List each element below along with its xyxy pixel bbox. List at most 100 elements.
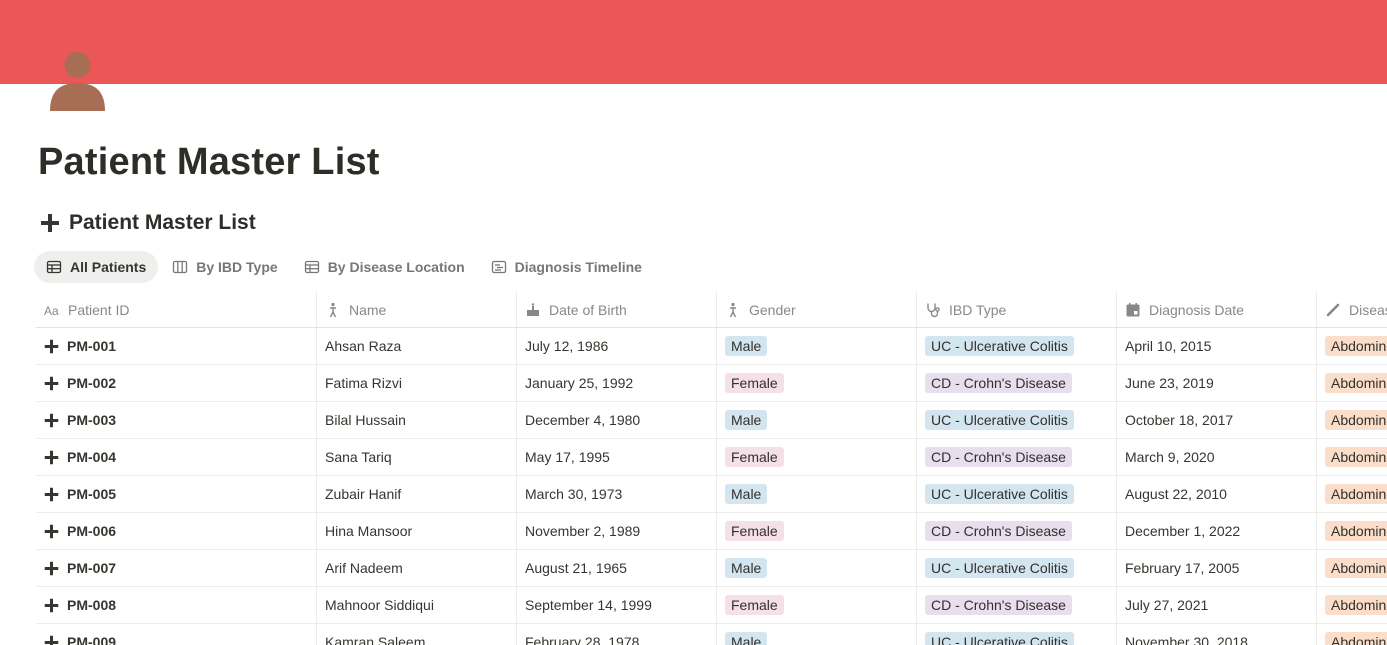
ibd-type-cell[interactable]: UC - Ulcerative Colitis — [917, 328, 1117, 364]
column-header-ibd-type[interactable]: IBD Type — [917, 292, 1117, 327]
diagnosis-date-cell[interactable]: October 18, 2017 — [1117, 402, 1317, 438]
view-tab-diagnosis-timeline[interactable]: Diagnosis Timeline — [479, 251, 654, 283]
diagnosis-date-cell[interactable]: November 30, 2018 — [1117, 624, 1317, 645]
column-header-date-of-birth[interactable]: Date of Birth — [517, 292, 717, 327]
ibd-type-cell[interactable]: CD - Crohn's Disease — [917, 439, 1117, 475]
patient-id-cell[interactable]: PM-008 — [36, 587, 317, 623]
name-cell[interactable]: Mahnoor Siddiqui — [317, 587, 517, 623]
page-cover[interactable] — [0, 0, 1387, 84]
ibd-type-cell[interactable]: UC - Ulcerative Colitis — [917, 476, 1117, 512]
view-tab-by-disease-location[interactable]: By Disease Location — [292, 251, 477, 283]
gender-cell[interactable]: Female — [717, 513, 917, 549]
dob-cell[interactable]: January 25, 1992 — [517, 365, 717, 401]
ibd-type-cell[interactable]: UC - Ulcerative Colitis — [917, 624, 1117, 645]
diagnosis-date-cell[interactable]: December 1, 2022 — [1117, 513, 1317, 549]
view-tab-by-ibd-type[interactable]: By IBD Type — [160, 251, 289, 283]
table-row[interactable]: PM-002 Fatima Rizvi January 25, 1992 Fem… — [36, 365, 1387, 402]
patient-id-cell[interactable]: PM-009 — [36, 624, 317, 645]
table-row[interactable]: PM-007 Arif Nadeem August 21, 1965 Male … — [36, 550, 1387, 587]
gender-cell[interactable]: Male — [717, 328, 917, 364]
table-row[interactable]: PM-003 Bilal Hussain December 4, 1980 Ma… — [36, 402, 1387, 439]
date-of-birth: February 28, 1978 — [525, 634, 640, 645]
disease-location-cell[interactable]: Abdomin — [1317, 328, 1387, 364]
patient-id-cell[interactable]: PM-002 — [36, 365, 317, 401]
disease-location-cell[interactable]: Abdomin — [1317, 439, 1387, 475]
column-header-name[interactable]: Name — [317, 292, 517, 327]
dob-cell[interactable]: July 12, 1986 — [517, 328, 717, 364]
date-of-birth: July 12, 1986 — [525, 338, 609, 354]
date-of-birth: December 4, 1980 — [525, 412, 641, 428]
diagnosis-date-cell[interactable]: February 17, 2005 — [1117, 550, 1317, 586]
plus-icon — [44, 339, 59, 353]
gender-cell[interactable]: Female — [717, 365, 917, 401]
table-icon — [46, 260, 62, 274]
disease-location-cell[interactable]: Abdomin — [1317, 513, 1387, 549]
name-cell[interactable]: Hina Mansoor — [317, 513, 517, 549]
gender-cell[interactable]: Female — [717, 587, 917, 623]
disease-location-cell[interactable]: Abdomin — [1317, 550, 1387, 586]
ibd-type-cell[interactable]: CD - Crohn's Disease — [917, 365, 1117, 401]
diagnosis-date: April 10, 2015 — [1125, 338, 1212, 354]
gender-cell[interactable]: Male — [717, 550, 917, 586]
dob-cell[interactable]: August 21, 1965 — [517, 550, 717, 586]
dob-cell[interactable]: September 14, 1999 — [517, 587, 717, 623]
column-header-patient-id[interactable]: Aa Patient ID — [36, 292, 317, 327]
diagnosis-date-cell[interactable]: August 22, 2010 — [1117, 476, 1317, 512]
dob-cell[interactable]: March 30, 1973 — [517, 476, 717, 512]
name-cell[interactable]: Sana Tariq — [317, 439, 517, 475]
table-row[interactable]: PM-001 Ahsan Raza July 12, 1986 Male UC … — [36, 328, 1387, 365]
table-row[interactable]: PM-006 Hina Mansoor November 2, 1989 Fem… — [36, 513, 1387, 550]
view-tab-all-patients[interactable]: All Patients — [34, 251, 159, 283]
table-row[interactable]: PM-004 Sana Tariq May 17, 1995 Female CD… — [36, 439, 1387, 476]
ibd-type-cell[interactable]: CD - Crohn's Disease — [917, 587, 1117, 623]
name-cell[interactable]: Arif Nadeem — [317, 550, 517, 586]
name-cell[interactable]: Zubair Hanif — [317, 476, 517, 512]
name-cell[interactable]: Ahsan Raza — [317, 328, 517, 364]
view-tab-label: By IBD Type — [196, 259, 278, 275]
diagnosis-date-cell[interactable]: March 9, 2020 — [1117, 439, 1317, 475]
view-tab-label: Diagnosis Timeline — [514, 259, 642, 275]
disease-location-cell[interactable]: Abdomin — [1317, 587, 1387, 623]
database-title[interactable]: Patient Master List — [40, 208, 256, 238]
diagnosis-date-cell[interactable]: April 10, 2015 — [1117, 328, 1317, 364]
ibd-type-cell[interactable]: CD - Crohn's Disease — [917, 513, 1117, 549]
column-header-gender[interactable]: Gender — [717, 292, 917, 327]
patient-id: PM-005 — [67, 486, 117, 502]
stethoscope-icon — [927, 303, 940, 317]
disease-location-cell[interactable]: Abdomin — [1317, 365, 1387, 401]
disease-location-cell[interactable]: Abdomin — [1317, 402, 1387, 438]
patient-id-cell[interactable]: PM-001 — [36, 328, 317, 364]
disease-location-cell[interactable]: Abdomin — [1317, 476, 1387, 512]
dob-cell[interactable]: December 4, 1980 — [517, 402, 717, 438]
patient-id-cell[interactable]: PM-007 — [36, 550, 317, 586]
person-icon[interactable] — [50, 51, 105, 111]
table-row[interactable]: PM-008 Mahnoor Siddiqui September 14, 19… — [36, 587, 1387, 624]
column-header-diagnosis-date[interactable]: Diagnosis Date — [1117, 292, 1317, 327]
table-row[interactable]: PM-009 Kamran Saleem February 28, 1978 M… — [36, 624, 1387, 645]
table-header: Aa Patient ID Name Date of Birth Gender … — [36, 292, 1387, 328]
diagnosis-date: November 30, 2018 — [1125, 634, 1248, 645]
ibd-type-cell[interactable]: UC - Ulcerative Colitis — [917, 402, 1117, 438]
ibd-type-cell[interactable]: UC - Ulcerative Colitis — [917, 550, 1117, 586]
patient-id-cell[interactable]: PM-005 — [36, 476, 317, 512]
gender-cell[interactable]: Female — [717, 439, 917, 475]
diagnosis-date-cell[interactable]: June 23, 2019 — [1117, 365, 1317, 401]
gender-cell[interactable]: Male — [717, 402, 917, 438]
dob-cell[interactable]: May 17, 1995 — [517, 439, 717, 475]
column-header-disease-location[interactable]: Diseas — [1317, 292, 1387, 327]
name-cell[interactable]: Fatima Rizvi — [317, 365, 517, 401]
name-cell[interactable]: Kamran Saleem — [317, 624, 517, 645]
gender-cell[interactable]: Male — [717, 624, 917, 645]
patient-id: PM-003 — [67, 412, 117, 428]
table-row[interactable]: PM-005 Zubair Hanif March 30, 1973 Male … — [36, 476, 1387, 513]
disease-location-cell[interactable]: Abdomin — [1317, 624, 1387, 645]
name-cell[interactable]: Bilal Hussain — [317, 402, 517, 438]
patient-id-cell[interactable]: PM-004 — [36, 439, 317, 475]
patient-id-cell[interactable]: PM-003 — [36, 402, 317, 438]
dob-cell[interactable]: February 28, 1978 — [517, 624, 717, 645]
gender-cell[interactable]: Male — [717, 476, 917, 512]
diagnosis-date-cell[interactable]: July 27, 2021 — [1117, 587, 1317, 623]
patient-id-cell[interactable]: PM-006 — [36, 513, 317, 549]
dob-cell[interactable]: November 2, 1989 — [517, 513, 717, 549]
cake-icon — [527, 302, 539, 316]
